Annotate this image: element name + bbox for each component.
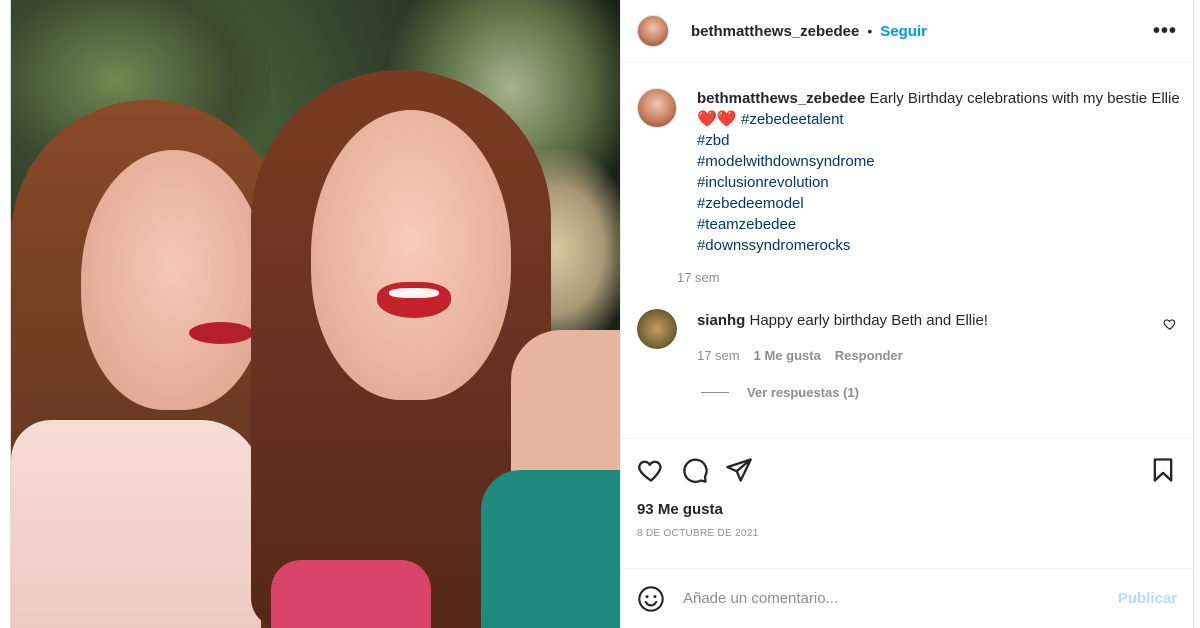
caption-avatar[interactable] bbox=[636, 88, 677, 128]
commenter-username[interactable]: sianhg bbox=[697, 312, 745, 329]
comment-likes[interactable]: 1 Me gusta bbox=[754, 348, 821, 363]
commenter-avatar[interactable] bbox=[636, 309, 677, 349]
heart-emoji: ❤️❤️ bbox=[696, 111, 737, 128]
comments-area[interactable]: bethmatthews_zebedee Early Birthday cele… bbox=[621, 64, 1193, 438]
comment-bubble-icon[interactable] bbox=[681, 456, 709, 484]
hashtag-link[interactable]: #zbd bbox=[697, 130, 1187, 151]
hashtag-link[interactable]: #downssyndromerocks bbox=[697, 235, 1187, 256]
heart-outline-icon[interactable] bbox=[637, 456, 665, 484]
post-modal: bethmatthews_zebedee • Seguir ••• bethma… bbox=[10, 0, 1194, 628]
person-left-face bbox=[81, 150, 266, 410]
post-header: bethmatthews_zebedee • Seguir ••• bbox=[620, 0, 1193, 63]
more-options-icon[interactable]: ••• bbox=[1153, 20, 1177, 43]
publish-button[interactable]: Publicar bbox=[1118, 590, 1177, 607]
comment-text: sianhg Happy early birthday Beth and Ell… bbox=[697, 309, 1163, 330]
author-username[interactable]: bethmatthews_zebedee bbox=[691, 23, 859, 40]
view-replies-button[interactable]: Ver respuestas (1) bbox=[700, 385, 1177, 400]
comment-heart-icon[interactable] bbox=[1163, 317, 1177, 331]
post-date[interactable]: 8 DE OCTUBRE DE 2021 bbox=[637, 528, 1177, 539]
comment-input[interactable] bbox=[682, 590, 1118, 607]
comment-meta: 17 sem 1 Me gusta Responder bbox=[697, 348, 1163, 363]
comment-timestamp[interactable]: 17 sem bbox=[697, 348, 740, 363]
hashtag-link[interactable]: #zebedeemodel bbox=[697, 193, 1187, 214]
comment-item: sianhg Happy early birthday Beth and Ell… bbox=[636, 309, 1177, 363]
author-avatar[interactable] bbox=[636, 15, 669, 47]
action-icons bbox=[637, 455, 1177, 485]
actions-bar: 93 Me gusta 8 DE OCTUBRE DE 2021 bbox=[620, 438, 1193, 539]
hashtag-link[interactable]: #inclusionrevolution bbox=[697, 172, 1187, 193]
header-separator: • bbox=[867, 23, 873, 39]
person-right-face bbox=[311, 110, 511, 400]
caption-timestamp[interactable]: 17 sem bbox=[677, 270, 1187, 285]
person-right-dress bbox=[481, 470, 620, 628]
reply-button[interactable]: Responder bbox=[835, 348, 903, 363]
follow-button[interactable]: Seguir bbox=[880, 23, 927, 40]
post-photo[interactable] bbox=[11, 0, 620, 628]
paper-plane-icon[interactable] bbox=[725, 456, 753, 484]
person-left-top bbox=[11, 420, 261, 628]
likes-count[interactable]: 93 Me gusta bbox=[637, 501, 1177, 518]
caption-username[interactable]: bethmatthews_zebedee bbox=[697, 90, 865, 107]
hashtag-link[interactable]: #zebedeetalent bbox=[741, 111, 844, 128]
emoji-icon[interactable] bbox=[637, 585, 665, 613]
caption-text: bethmatthews_zebedee Early Birthday cele… bbox=[697, 88, 1187, 256]
caption: bethmatthews_zebedee Early Birthday cele… bbox=[636, 88, 1180, 285]
post-side-panel: bethmatthews_zebedee • Seguir ••• bethma… bbox=[619, 0, 1193, 628]
pink-garment bbox=[271, 560, 431, 628]
person-left-lips bbox=[189, 322, 253, 344]
bookmark-icon[interactable] bbox=[1149, 456, 1177, 484]
caption-body: Early Birthday celebrations with my best… bbox=[869, 90, 1180, 107]
hashtag-link[interactable]: #teamzebedee bbox=[697, 214, 1187, 235]
comment-body: Happy early birthday Beth and Ellie! bbox=[749, 312, 988, 329]
view-replies-label: Ver respuestas (1) bbox=[746, 385, 859, 400]
hashtag-link[interactable]: #modelwithdownsyndrome bbox=[697, 151, 1187, 172]
comment-composer: Publicar bbox=[620, 568, 1193, 628]
replies-divider bbox=[700, 392, 729, 393]
person-right-teeth bbox=[389, 288, 439, 298]
